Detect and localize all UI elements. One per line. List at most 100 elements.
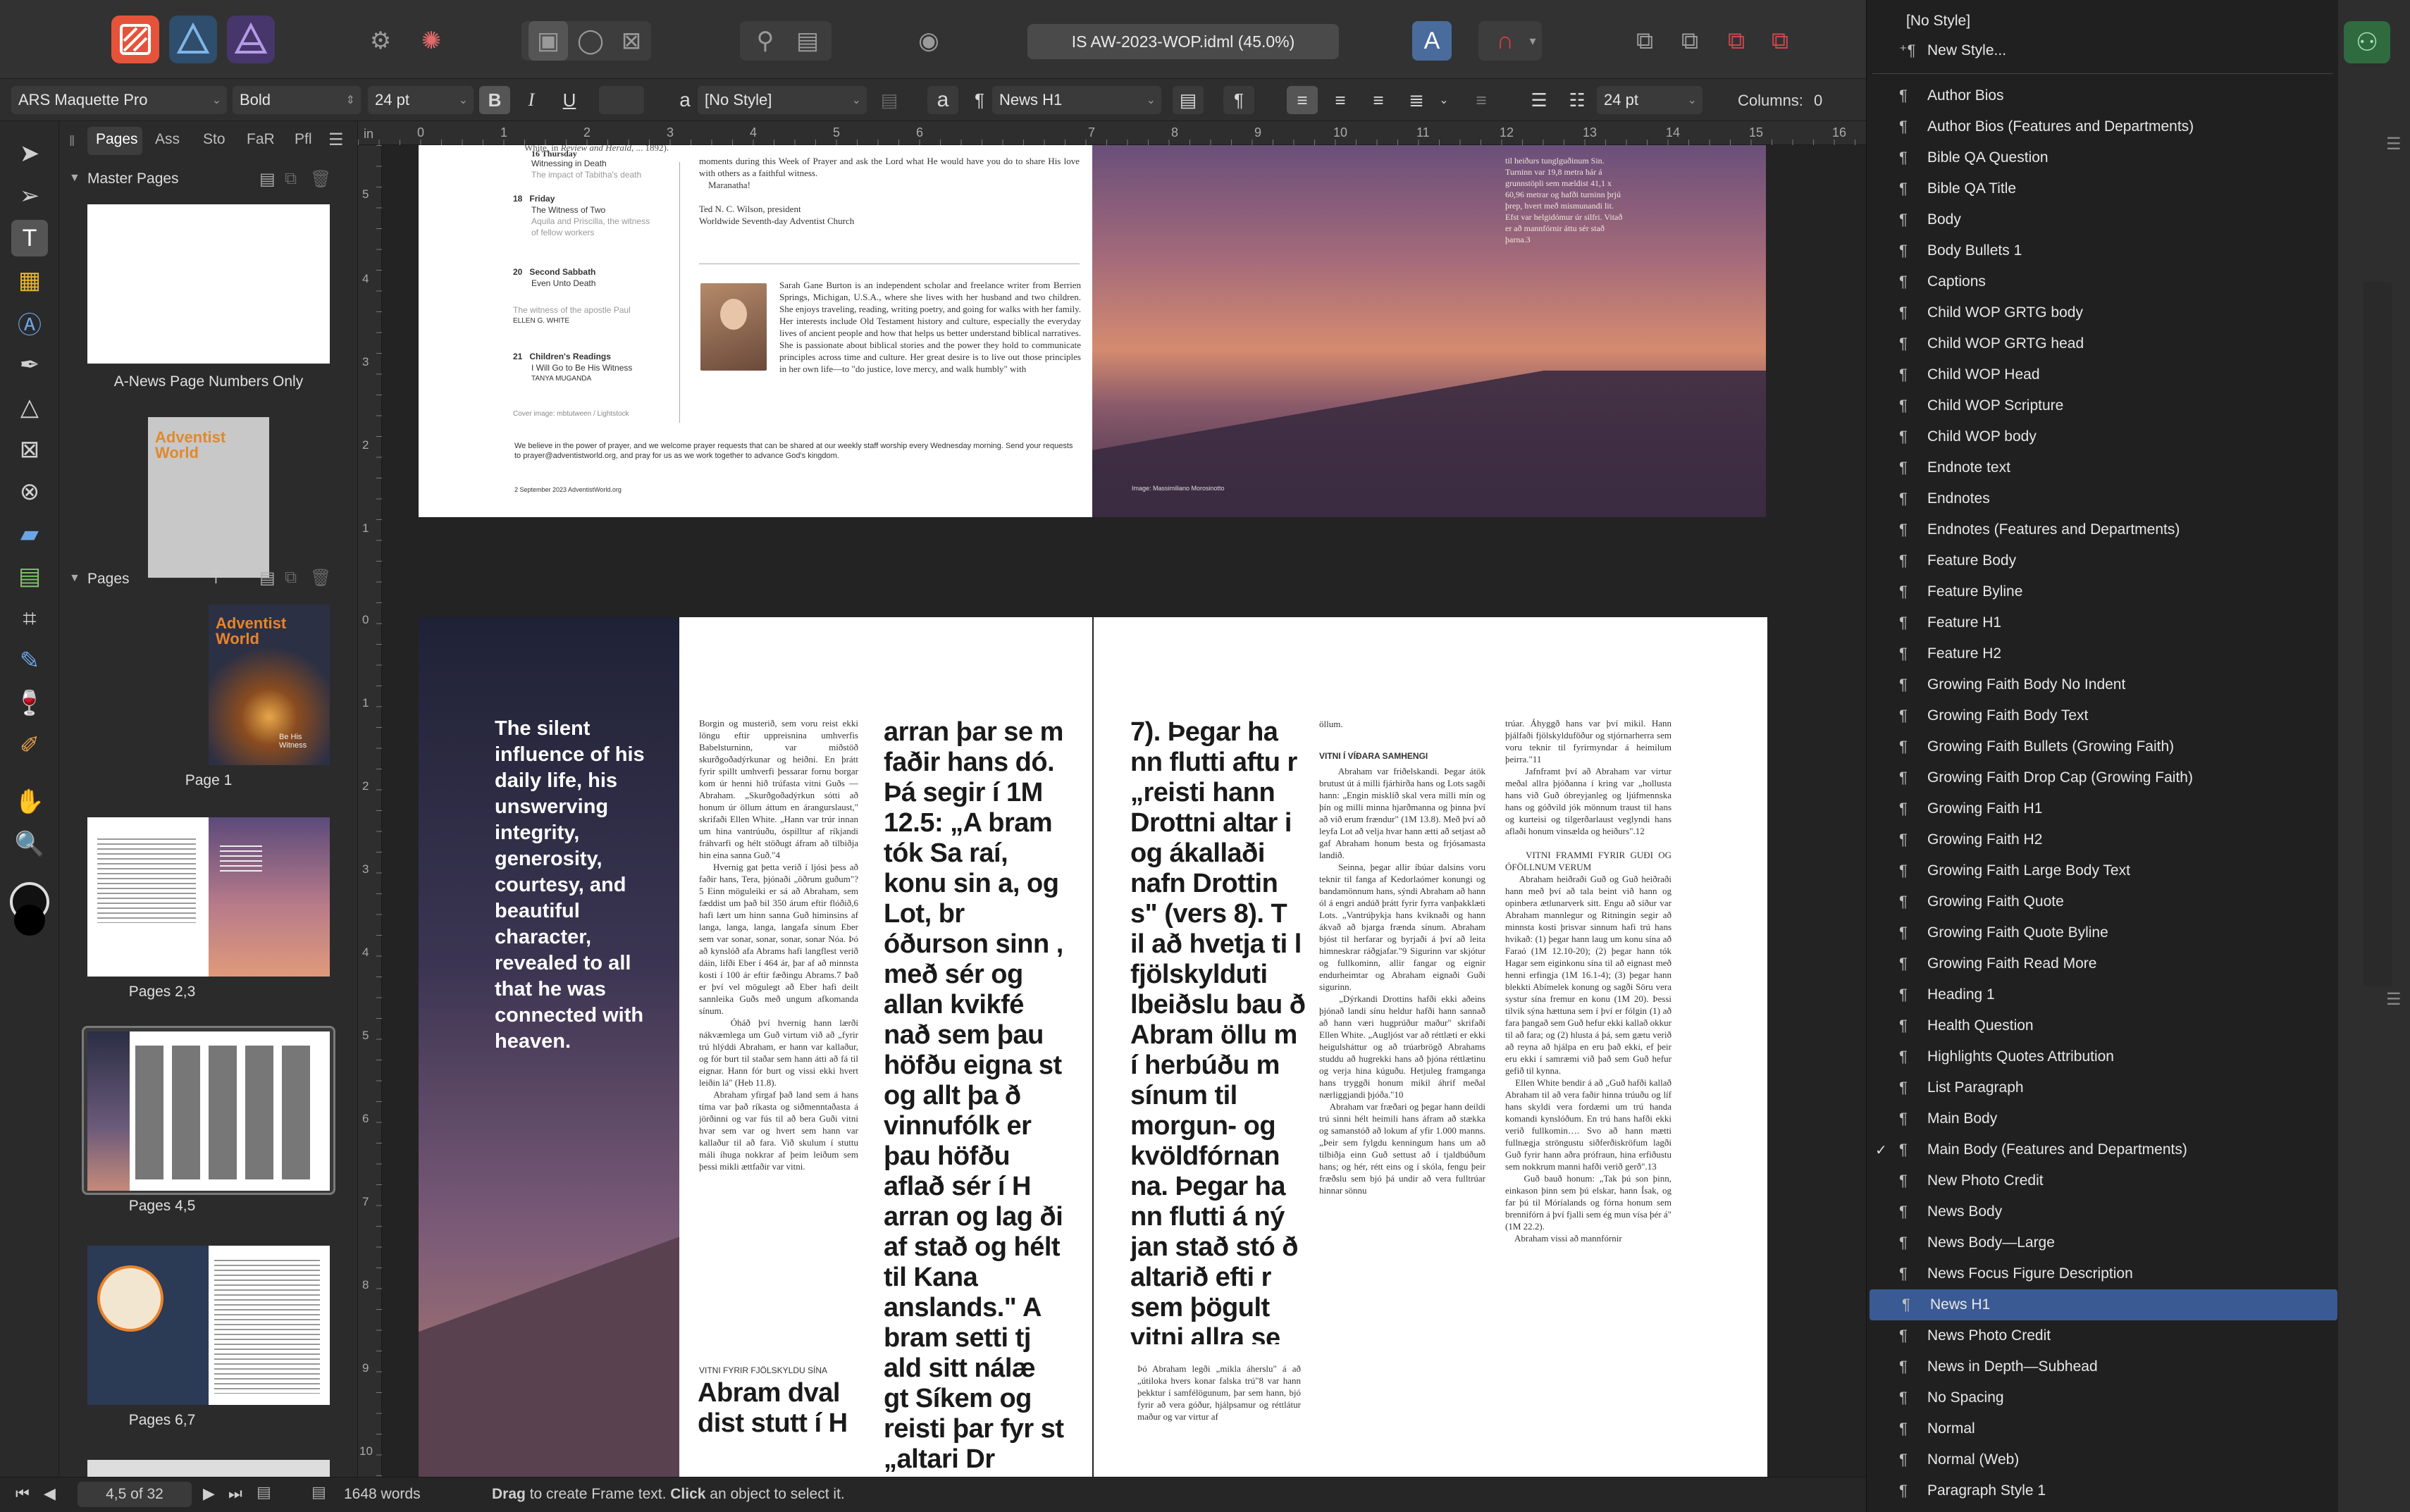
preflight-icon[interactable]: ✺: [412, 21, 451, 61]
add-page-icon[interactable]: ▤: [259, 568, 276, 588]
pen-tool-icon[interactable]: ✒: [11, 347, 48, 383]
style-item-feature-h1[interactable]: ¶ Feature H1: [1867, 607, 2338, 638]
table-grid-icon[interactable]: ▤: [11, 558, 48, 595]
move-tool-icon[interactable]: ➤: [11, 135, 48, 172]
style-item-body[interactable]: ¶ Body: [1867, 204, 2338, 235]
tab-find-replace[interactable]: FaR: [247, 131, 275, 148]
style-item-child-wop-head[interactable]: ¶ Child WOP Head: [1867, 359, 2338, 390]
style-item-new-photo-credit[interactable]: ¶ New Photo Credit: [1867, 1165, 2338, 1196]
style-item-child-wop-body[interactable]: ¶ Child WOP body: [1867, 421, 2338, 452]
page-4[interactable]: The silent influence of his daily life, …: [419, 617, 1092, 1477]
pin-icon[interactable]: ⚲: [746, 21, 785, 61]
style-item-growing-faith-large-body-text[interactable]: ¶ Growing Faith Large Body Text: [1867, 855, 2338, 886]
font-family-select[interactable]: ARS Maquette Pro ⌄: [11, 86, 227, 114]
style-item-list-paragraph[interactable]: ¶ List Paragraph: [1867, 1072, 2338, 1103]
collapse-master-icon[interactable]: ▼: [69, 172, 80, 185]
font-style-select[interactable]: Bold ⇕: [233, 86, 361, 114]
arrange-front-icon[interactable]: ⧉: [1760, 21, 1800, 61]
clear-para-style-icon[interactable]: ¶: [1223, 86, 1254, 114]
paragraph-style-select[interactable]: News H1 ⌄: [992, 86, 1161, 114]
style-item-no-spacing[interactable]: ¶ No Spacing: [1867, 1382, 2338, 1413]
style-item-endnote-text[interactable]: ¶ Endnote text: [1867, 452, 2338, 483]
frame-text-tool-icon[interactable]: T: [11, 220, 48, 256]
bleed-view-icon[interactable]: ⊠: [612, 21, 651, 61]
style-item-main-body[interactable]: ¶ Main Body: [1867, 1103, 2338, 1134]
align-left-icon[interactable]: ≡: [1287, 86, 1318, 114]
panel-menu-icon[interactable]: ☰: [328, 130, 344, 150]
duplicate-page-icon[interactable]: ⧉: [285, 568, 297, 588]
style-item-growing-faith-drop-cap-growing-faith[interactable]: ¶ Growing Faith Drop Cap (Growing Faith): [1867, 762, 2338, 793]
panel-grip-icon[interactable]: ‖: [69, 134, 75, 150]
vertical-align-icon[interactable]: ≡: [1466, 86, 1497, 114]
snapping-dropdown-icon[interactable]: ▾: [1524, 21, 1542, 61]
style-item-author-bios[interactable]: ¶ Author Bios: [1867, 80, 2338, 111]
picture-frame-icon[interactable]: ⊠: [11, 431, 48, 468]
photo-persona-icon[interactable]: [227, 16, 275, 63]
style-item-growing-faith-body-text[interactable]: ¶ Growing Faith Body Text: [1867, 700, 2338, 731]
page-5[interactable]: 7). Þegar ha nn flutti aftu r „reisti ha…: [1094, 617, 1767, 1477]
artistic-text-tool-icon[interactable]: Ⓐ: [11, 304, 48, 341]
style-item-news-body[interactable]: ¶ News Body: [1867, 1196, 2338, 1227]
place-image-icon[interactable]: ▰: [11, 516, 48, 552]
transparency-tool-icon[interactable]: 🍷: [11, 685, 48, 721]
style-item-heading-1[interactable]: ¶ Heading 1: [1867, 979, 2338, 1010]
char-style-options-icon[interactable]: ▤: [874, 86, 905, 114]
shape-triangle-icon[interactable]: △: [11, 389, 48, 426]
style-item-growing-faith-body-no-indent[interactable]: ¶ Growing Faith Body No Indent: [1867, 669, 2338, 700]
duplicate-master-icon[interactable]: ⧉: [285, 169, 297, 189]
style-item-feature-byline[interactable]: ¶ Feature Byline: [1867, 576, 2338, 607]
page-indicator[interactable]: 4,5 of 32: [78, 1482, 192, 1507]
style-item-feature-body[interactable]: ¶ Feature Body: [1867, 545, 2338, 576]
page-1-thumb[interactable]: Adventist World Be His Witness: [209, 605, 330, 765]
italic-button[interactable]: I: [516, 86, 547, 114]
panel-menu-icon[interactable]: ☰: [2386, 134, 2402, 154]
user-account-icon[interactable]: ⚇: [2344, 21, 2390, 63]
first-page-icon[interactable]: ⏮: [16, 1485, 30, 1503]
style-item-child-wop-grtg-body[interactable]: ¶ Child WOP GRTG body: [1867, 297, 2338, 328]
fill-tool-icon[interactable]: ✎: [11, 643, 48, 679]
settings-gear-icon[interactable]: ⚙: [361, 21, 400, 61]
style-item-news-in-depth-subhead[interactable]: ¶ News in Depth—Subhead: [1867, 1351, 2338, 1382]
style-item-feature-h2[interactable]: ¶ Feature H2: [1867, 638, 2338, 669]
style-item-body-bullets-1[interactable]: ¶ Body Bullets 1: [1867, 235, 2338, 266]
tab-pages[interactable]: Pages: [96, 131, 138, 148]
tab-stock[interactable]: Sto: [203, 131, 225, 148]
arrange-back-icon[interactable]: ⧉: [1625, 21, 1664, 61]
delete-page-icon[interactable]: 🗑: [310, 568, 331, 588]
underline-button[interactable]: U: [554, 86, 585, 114]
font-size-field[interactable]: 24 pt ⌄: [368, 86, 474, 114]
bullet-list-icon[interactable]: ☰: [1524, 86, 1555, 114]
last-page-icon[interactable]: ⏭: [228, 1485, 242, 1503]
vertical-ruler[interactable]: 5 4 3 2 1 0 1 2 3 4 5 6 7 8 9 10: [358, 145, 382, 1477]
style-item-news-photo-credit[interactable]: ¶ News Photo Credit: [1867, 1320, 2338, 1351]
style-item-no-style[interactable]: [No Style]: [1867, 6, 2338, 37]
character-style-select[interactable]: [No Style] ⌄: [698, 86, 867, 114]
pages-6-7-thumb[interactable]: [87, 1246, 330, 1405]
previous-page-icon[interactable]: ◀: [44, 1485, 56, 1503]
horizontal-ruler[interactable]: in 0 1 2 3 4 5 6 7 8 9 10 11 12 13 14 15…: [358, 121, 1867, 145]
text-wrap-icon[interactable]: ▤: [788, 21, 827, 61]
add-master-icon[interactable]: ▤: [259, 169, 276, 190]
table-tool-icon[interactable]: ▦: [11, 262, 48, 299]
arrange-forward-icon[interactable]: ⧉: [1717, 21, 1756, 61]
page-view-icon[interactable]: ▤: [257, 1483, 271, 1501]
color-picker-icon[interactable]: ✐: [11, 727, 48, 764]
style-item-growing-faith-read-more[interactable]: ¶ Growing Faith Read More: [1867, 948, 2338, 979]
para-style-options-icon[interactable]: ▤: [1173, 86, 1204, 114]
style-item-bible-qa-title[interactable]: ¶ Bible QA Title: [1867, 173, 2338, 204]
style-item-health-question[interactable]: ¶ Health Question: [1867, 1010, 2338, 1041]
collapse-pages-icon[interactable]: ▼: [69, 572, 80, 585]
style-item-normal[interactable]: ¶ Normal: [1867, 1413, 2338, 1444]
style-item-child-wop-scripture[interactable]: ¶ Child WOP Scripture: [1867, 390, 2338, 421]
pages-2-3-thumb[interactable]: [87, 817, 330, 977]
panel-scrollbar[interactable]: [2363, 282, 2392, 986]
justify-icon[interactable]: ≣: [1401, 86, 1432, 114]
page-layout-icon[interactable]: ⊤: [209, 568, 223, 588]
master-cover-thumb[interactable]: Adventist World: [148, 417, 269, 578]
delete-master-icon[interactable]: 🗑: [310, 169, 331, 190]
tab-preflight[interactable]: Pfl: [295, 131, 312, 148]
style-item-bible-qa-question[interactable]: ¶ Bible QA Question: [1867, 142, 2338, 173]
normal-view-icon[interactable]: ▣: [529, 21, 568, 61]
snapping-magnet-icon[interactable]: ∩: [1485, 21, 1525, 61]
style-item-news-body-large[interactable]: ¶ News Body—Large: [1867, 1227, 2338, 1258]
